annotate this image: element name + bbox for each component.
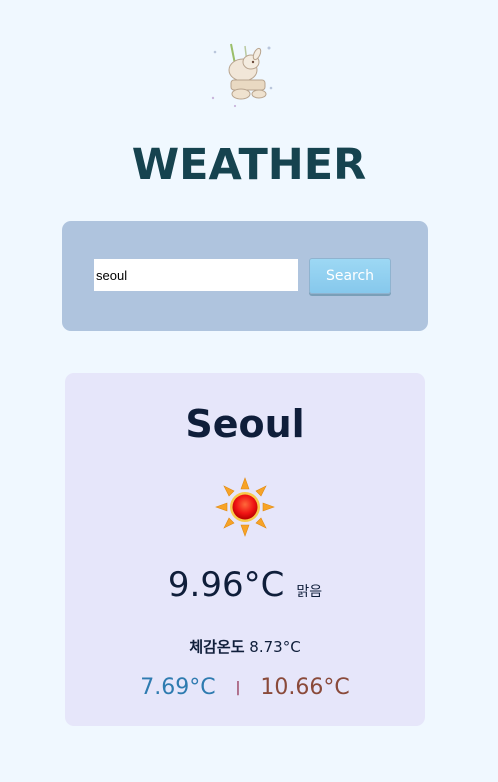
rabbit-swing-illustration (211, 43, 273, 108)
current-temperature: 9.96°C (167, 565, 285, 605)
feels-like-value: 8.73°C (249, 638, 301, 656)
search-input[interactable] (94, 259, 298, 291)
logo-image (205, 40, 277, 110)
min-temperature: 7.69°C (140, 675, 216, 700)
min-max-divider: | (235, 680, 241, 696)
weather-condition: 맑음 (296, 584, 323, 600)
feels-like-row: 체감온도 8.73°C (65, 636, 425, 657)
page-title: WEATHER (131, 140, 367, 190)
min-max-row: 7.69°C | 10.66°C (65, 675, 425, 700)
max-temperature: 10.66°C (260, 675, 350, 700)
weather-card: Seoul 9.96°C 맑음 체감온도 8.73°C 7.69°C | 10.… (65, 373, 425, 726)
sun-icon (215, 477, 275, 537)
city-name: Seoul (185, 402, 305, 446)
search-button[interactable]: Search (309, 258, 391, 294)
temperature-row: 9.96°C 맑음 (65, 565, 425, 605)
search-panel: Search (62, 221, 428, 331)
feels-like-label: 체감온도 (189, 638, 245, 656)
